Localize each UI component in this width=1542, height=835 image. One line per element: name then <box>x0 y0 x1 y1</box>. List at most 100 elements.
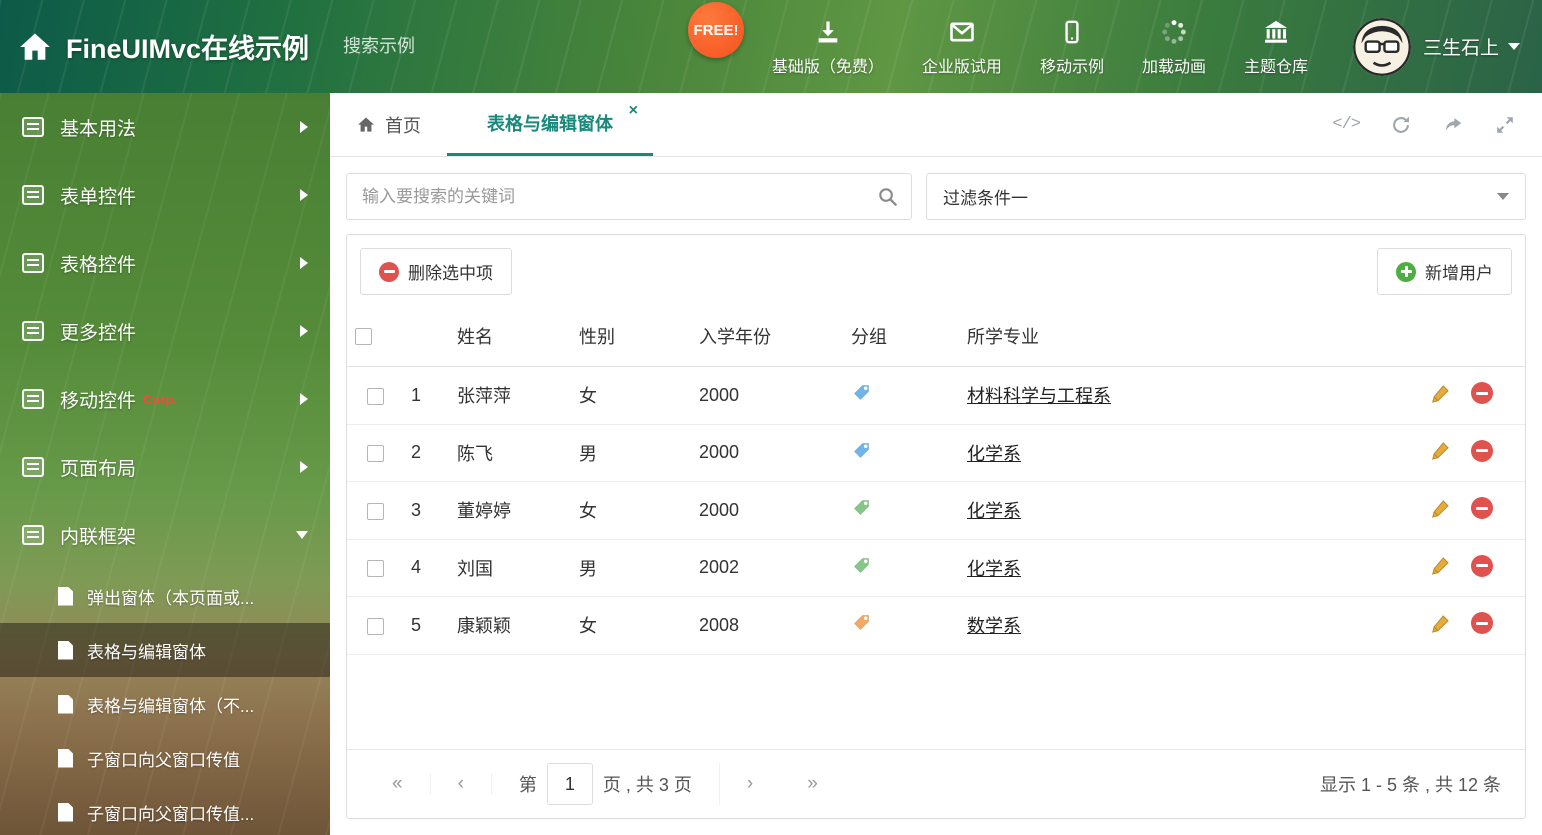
prev-page-button[interactable]: ‹ <box>431 773 492 795</box>
spinner-icon <box>1160 16 1188 46</box>
sidebar-item[interactable]: 表格控件 <box>0 229 330 297</box>
edit-pencil-icon[interactable] <box>1430 555 1451 576</box>
cell-year: 2000 <box>691 366 843 425</box>
share-icon[interactable] <box>1442 114 1464 136</box>
sidebar-subitem-label: 表格与编辑窗体 <box>87 642 206 662</box>
major-link[interactable]: 化学系 <box>967 559 1021 579</box>
major-link[interactable]: 材料科学与工程系 <box>967 386 1111 406</box>
next-page-button[interactable]: › <box>720 773 780 795</box>
home-logo-icon[interactable] <box>18 30 52 64</box>
sidebar-item[interactable]: 表单控件 <box>0 161 330 229</box>
nav-item-mobile-demo[interactable]: 移动示例 <box>1040 16 1104 77</box>
sidebar-subitem[interactable]: 子窗口向父窗口传值... <box>0 785 330 835</box>
delete-selected-button[interactable]: 删除选中项 <box>360 248 512 295</box>
expand-icon[interactable] <box>1494 114 1516 136</box>
row-checkbox[interactable] <box>366 502 384 520</box>
user-name: 三生石上 <box>1422 38 1499 59</box>
edit-pencil-icon[interactable] <box>1430 383 1451 404</box>
nav-item-label: 主题仓库 <box>1243 59 1308 76</box>
table-row: 1 张萍萍 女 2000 材料科学与工程系 <box>347 366 1525 425</box>
sidebar-item[interactable]: 页面布局 <box>0 433 330 501</box>
header-search-input[interactable] <box>343 36 576 57</box>
sidebar-item-label: 页面布局 <box>60 458 137 480</box>
delete-row-icon[interactable] <box>1471 382 1493 404</box>
major-link[interactable]: 数学系 <box>967 616 1021 636</box>
edit-pencil-icon[interactable] <box>1430 498 1451 519</box>
sidebar-subitem[interactable]: 弹出窗体（本页面或... <box>0 569 330 623</box>
row-index: 2 <box>403 424 449 482</box>
nav-item-basic-version[interactable]: 基础版（免费） <box>772 16 884 77</box>
cell-gender: 男 <box>571 424 691 482</box>
sidebar-item[interactable]: 内联框架 <box>0 501 330 569</box>
header-search <box>343 35 576 59</box>
sidebar-subitem[interactable]: 表格与编辑窗体 <box>0 623 330 677</box>
edit-pencil-icon[interactable] <box>1430 440 1451 461</box>
sidebar-subitem-label: 子窗口向父窗口传值... <box>87 804 255 824</box>
sidebar-item-icon <box>22 117 44 137</box>
table-header-row: 姓名 性别 入学年份 分组 所学专业 <box>347 306 1525 367</box>
nav-item-label: 加载动画 <box>1141 59 1206 76</box>
sidebar-subitem[interactable]: 表格与编辑窗体（不... <box>0 677 330 731</box>
row-checkbox[interactable] <box>366 617 384 635</box>
row-checkbox[interactable] <box>366 445 384 462</box>
chevron-icon <box>296 531 308 539</box>
sidebar-item-label: 表单控件 <box>60 186 137 208</box>
sidebar-subitem-label: 表格与编辑窗体（不... <box>87 696 255 716</box>
grid-panel: 删除选中项 新增用户 姓名 性别 入学年份 分组 所学专业 1 张萍萍 女 20… <box>346 234 1526 819</box>
table-row: 2 陈飞 男 2000 化学系 <box>347 424 1525 482</box>
sidebar-item[interactable]: 基本用法 <box>0 93 330 161</box>
header-nav: 基础版（免费） 企业版试用 移动示例 加载动画 主题仓库 <box>753 16 1327 77</box>
sidebar-item[interactable]: 移动控件 Corp. <box>0 365 330 433</box>
plus-circle-icon <box>1396 261 1416 282</box>
nav-item-enterprise-trial[interactable]: 企业版试用 <box>922 16 1002 77</box>
user-avatar <box>1352 17 1411 76</box>
row-index: 4 <box>403 539 449 597</box>
chevron-icon <box>300 393 308 405</box>
add-user-button[interactable]: 新增用户 <box>1377 248 1512 295</box>
app-window: FineUIMvc在线示例 FREE! 基础版（免费） 企业版试用 <box>0 0 1542 835</box>
cell-gender: 女 <box>571 596 691 655</box>
first-page-button[interactable]: « <box>365 773 431 795</box>
nav-item-theme-store[interactable]: 主题仓库 <box>1244 16 1308 77</box>
page-number-input[interactable] <box>546 763 593 805</box>
search-icon[interactable] <box>876 185 899 208</box>
major-link[interactable]: 化学系 <box>967 444 1021 464</box>
delete-row-icon[interactable] <box>1471 554 1493 577</box>
sidebar-item-icon <box>22 457 44 477</box>
tab-home[interactable]: 首页 <box>330 93 447 156</box>
bank-icon <box>1261 16 1291 46</box>
filter-dropdown[interactable]: 过滤条件一 <box>926 173 1526 220</box>
select-all-checkbox[interactable] <box>355 328 372 346</box>
delete-row-icon[interactable] <box>1471 439 1493 462</box>
edit-pencil-icon[interactable] <box>1430 613 1451 634</box>
tab-tools: </> <box>1332 93 1542 156</box>
cell-year: 2000 <box>691 424 843 482</box>
row-checkbox[interactable] <box>366 387 384 405</box>
nav-item-loading-animation[interactable]: 加载动画 <box>1142 16 1206 77</box>
tab-active-grid-edit-window[interactable]: 表格与编辑窗体 × <box>447 93 653 156</box>
sidebar-item[interactable]: 更多控件 <box>0 297 330 365</box>
cell-year: 2000 <box>691 481 843 540</box>
keyword-search <box>346 173 912 220</box>
delete-row-icon[interactable] <box>1471 612 1493 634</box>
sidebar-subitem[interactable]: 子窗口向父窗口传值 <box>0 731 330 785</box>
nav-item-label: 企业版试用 <box>921 59 1002 76</box>
last-page-button[interactable]: » <box>780 773 845 795</box>
close-icon[interactable]: × <box>629 103 638 119</box>
keyword-search-input[interactable] <box>346 173 912 220</box>
refresh-icon[interactable] <box>1390 114 1412 136</box>
delete-selected-label: 删除选中项 <box>408 264 493 283</box>
tab-bar: 首页 表格与编辑窗体 × </> <box>330 93 1542 157</box>
cell-year: 2002 <box>691 539 843 597</box>
sidebar-subitem-label: 子窗口向父窗口传值 <box>87 750 240 770</box>
delete-row-icon[interactable] <box>1471 497 1493 519</box>
source-code-icon[interactable]: </> <box>1332 115 1361 134</box>
chevron-down-icon <box>1497 193 1509 200</box>
sidebar-item-label: 内联框架 <box>60 526 137 548</box>
page-prefix-label: 第 <box>518 775 537 795</box>
major-link[interactable]: 化学系 <box>967 501 1021 521</box>
user-menu[interactable]: 三生石上 <box>1352 17 1520 76</box>
tag-icon <box>851 440 872 461</box>
row-checkbox[interactable] <box>366 560 384 577</box>
users-table: 姓名 性别 入学年份 分组 所学专业 1 张萍萍 女 2000 材料科学与工程系… <box>347 306 1525 655</box>
